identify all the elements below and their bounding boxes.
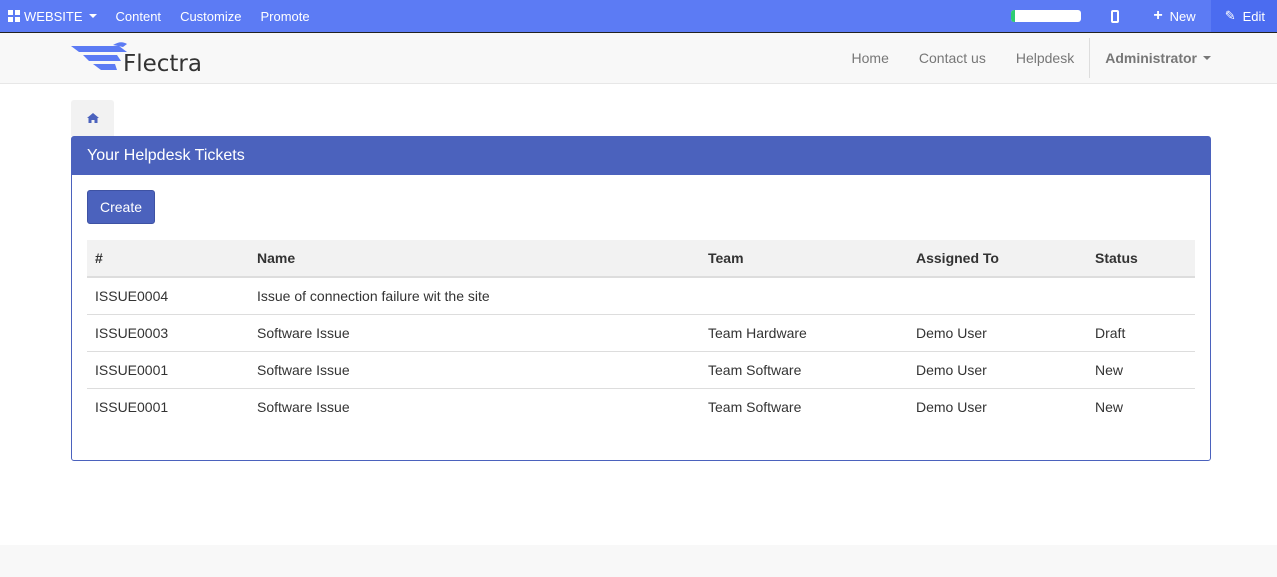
new-button-label: New xyxy=(1169,8,1196,24)
user-name: Administrator xyxy=(1105,50,1197,66)
website-menu[interactable]: WEBSITE xyxy=(8,9,97,24)
website-menu-label: WEBSITE xyxy=(24,8,83,24)
ticket-name[interactable]: Software Issue xyxy=(249,350,700,388)
progress-fill xyxy=(1011,10,1015,22)
table-row[interactable]: ISSUE0004 Issue of connection failure wi… xyxy=(87,277,1195,314)
ticket-number[interactable]: ISSUE0003 xyxy=(87,313,249,351)
ticket-name[interactable]: Issue of connection failure wit the site xyxy=(249,277,700,314)
tickets-table: # Name Team Assigned To Status ISSUE0004… xyxy=(87,240,1195,425)
nav-contact-us[interactable]: Contact us xyxy=(919,50,986,66)
ticket-name[interactable]: Software Issue xyxy=(249,387,700,425)
ticket-status: New xyxy=(1087,350,1195,388)
table-header-row: # Name Team Assigned To Status xyxy=(87,240,1195,278)
nav-helpdesk[interactable]: Helpdesk xyxy=(1016,50,1074,66)
nav-divider xyxy=(1089,38,1091,78)
ticket-assignee: Demo User xyxy=(908,313,1087,351)
footer xyxy=(0,545,1277,577)
new-button[interactable]: + New xyxy=(1153,8,1195,24)
ticket-number[interactable]: ISSUE0004 xyxy=(87,277,249,314)
table-row[interactable]: ISSUE0003 Software Issue Team Hardware D… xyxy=(87,313,1195,351)
column-header-assigned-to: Assigned To xyxy=(908,240,1087,278)
caret-down-icon xyxy=(1203,56,1211,60)
brand-name: Flectra xyxy=(123,51,202,77)
content-menu[interactable]: Content xyxy=(116,9,162,24)
site-navbar: Flectra Home Contact us Helpdesk Adminis… xyxy=(0,32,1277,84)
tickets-panel: Your Helpdesk Tickets Create # Name Team… xyxy=(71,136,1211,461)
ticket-team xyxy=(700,277,908,314)
ticket-status: Draft xyxy=(1087,313,1195,351)
ticket-number[interactable]: ISSUE0001 xyxy=(87,350,249,388)
ticket-team: Team Hardware xyxy=(700,313,908,351)
column-header-number: # xyxy=(87,240,249,278)
ticket-assignee xyxy=(908,277,1087,314)
ticket-team: Team Software xyxy=(700,387,908,425)
panel-title: Your Helpdesk Tickets xyxy=(72,137,1210,175)
ticket-number[interactable]: ISSUE0001 xyxy=(87,387,249,425)
ticket-name[interactable]: Software Issue xyxy=(249,313,700,351)
edit-button-label: Edit xyxy=(1242,8,1265,24)
mobile-preview-icon[interactable] xyxy=(1111,9,1120,23)
flectra-logo[interactable]: Flectra xyxy=(71,41,211,79)
ticket-assignee: Demo User xyxy=(908,387,1087,425)
nav-home[interactable]: Home xyxy=(852,50,889,66)
promote-menu[interactable]: Promote xyxy=(260,9,309,24)
column-header-status: Status xyxy=(1087,240,1195,278)
ticket-status: New xyxy=(1087,387,1195,425)
breadcrumb[interactable] xyxy=(71,100,114,136)
home-icon xyxy=(86,113,99,123)
ticket-team: Team Software xyxy=(700,350,908,388)
pencil-icon: ✎ xyxy=(1224,8,1236,23)
create-button[interactable]: Create xyxy=(87,190,155,224)
table-row[interactable]: ISSUE0001 Software Issue Team Software D… xyxy=(87,387,1195,425)
column-header-name: Name xyxy=(249,240,700,278)
ticket-assignee: Demo User xyxy=(908,350,1087,388)
table-row[interactable]: ISSUE0001 Software Issue Team Software D… xyxy=(87,350,1195,388)
apps-grid-icon xyxy=(8,10,20,22)
caret-down-icon xyxy=(88,14,97,18)
column-header-team: Team xyxy=(700,240,908,278)
customize-menu[interactable]: Customize xyxy=(180,9,241,24)
ticket-status xyxy=(1087,277,1195,314)
plus-icon: + xyxy=(1153,7,1163,24)
user-menu[interactable]: Administrator xyxy=(1105,50,1211,66)
seo-progress-bar xyxy=(1011,10,1082,22)
edit-button[interactable]: ✎ Edit xyxy=(1210,0,1277,32)
website-admin-bar: WEBSITE Content Customize Promote + New … xyxy=(0,0,1277,32)
